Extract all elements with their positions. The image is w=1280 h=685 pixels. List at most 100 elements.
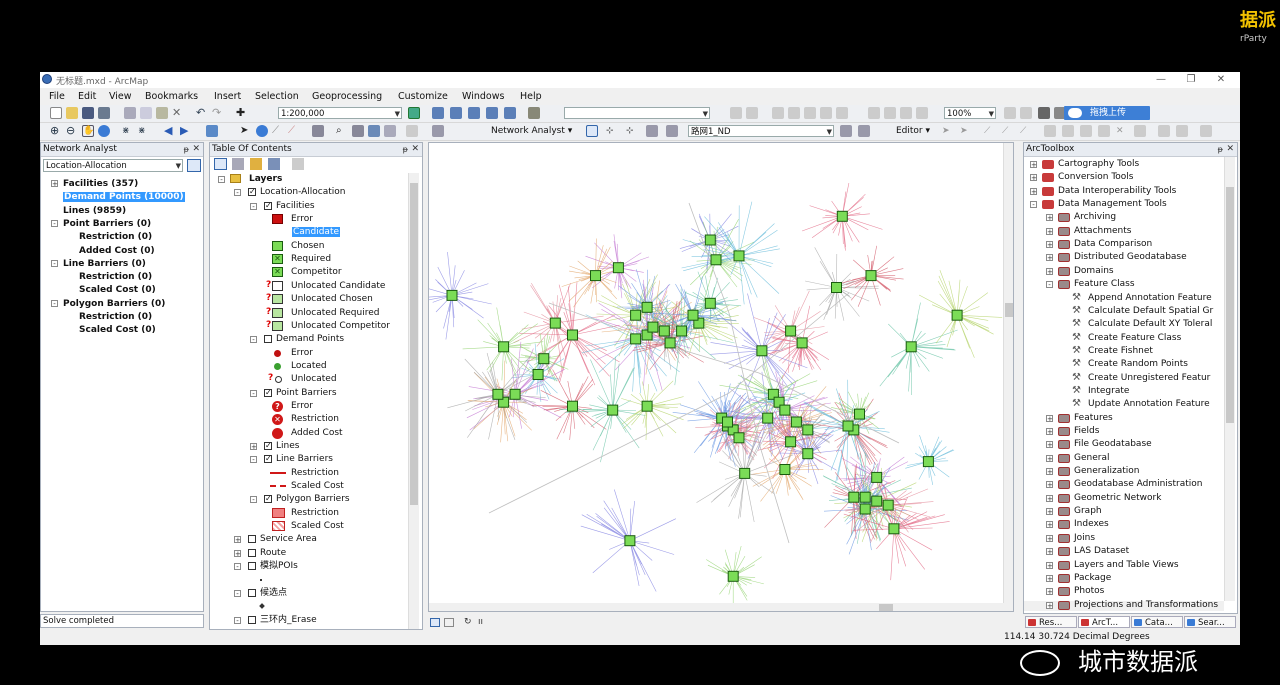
facility-marker[interactable]	[722, 416, 733, 428]
find-route-icon[interactable]	[352, 125, 364, 137]
cut-icon[interactable]	[124, 107, 136, 119]
refresh-icon[interactable]: ↻	[464, 617, 472, 627]
tab-catalog[interactable]: Cata...	[1131, 616, 1183, 628]
pin-icon[interactable]: ᵽ	[403, 143, 408, 156]
print-icon[interactable]	[98, 107, 110, 119]
expand-toggle[interactable]: +	[1046, 561, 1053, 569]
layout-tool7-icon[interactable]	[884, 107, 896, 119]
na-class-item[interactable]: Point Barriers (0)	[63, 218, 151, 230]
layout-tool3-icon[interactable]	[804, 107, 816, 119]
identify-icon[interactable]	[256, 125, 268, 137]
facility-marker[interactable]	[704, 297, 716, 309]
layer-visibility-checkbox[interactable]: ✓	[264, 442, 272, 450]
facility-marker[interactable]	[509, 388, 521, 400]
map-horizontal-scrollbar[interactable]	[429, 603, 1013, 611]
arctoolbox-item[interactable]: Generalization	[1074, 465, 1139, 477]
expand-toggle[interactable]: +	[1046, 227, 1053, 235]
layer-select-combo[interactable]: ▼	[564, 107, 710, 119]
facility-marker[interactable]	[498, 341, 510, 353]
toc-layer-item[interactable]: Chosen	[291, 240, 324, 252]
arctoolbox-item[interactable]: Data Interoperability Tools	[1058, 185, 1176, 197]
layer-visibility-checkbox[interactable]	[264, 335, 272, 344]
arctoolbox-item[interactable]: Distributed Geodatabase	[1074, 251, 1187, 263]
toc-layer-item[interactable]: Competitor	[291, 266, 342, 278]
create-network-location-icon[interactable]: ⊹	[606, 125, 618, 137]
map-vertical-scrollbar[interactable]	[1003, 143, 1013, 603]
python-window-icon[interactable]	[504, 107, 516, 119]
toc-layer-item[interactable]: Located	[291, 360, 327, 372]
toc-layer-item[interactable]: Restriction	[291, 467, 339, 479]
arctoolbox-item[interactable]: Create Fishnet	[1088, 345, 1153, 357]
toc-layer-item[interactable]: Restriction	[291, 507, 339, 519]
maximize-button[interactable]: ❐	[1176, 72, 1206, 88]
facility-marker[interactable]	[641, 301, 653, 313]
arctoolbox-item[interactable]: General	[1074, 452, 1109, 464]
toc-layer-item[interactable]: Layers	[249, 173, 282, 185]
expand-toggle[interactable]: -	[250, 389, 257, 397]
expand-toggle[interactable]: -	[234, 189, 241, 197]
toc-scrollbar[interactable]	[408, 173, 419, 629]
toc-layer-item[interactable]: Error	[291, 213, 313, 225]
rotate-icon[interactable]	[1134, 125, 1146, 137]
expand-toggle[interactable]: +	[1030, 161, 1037, 169]
layout-zoom-combo[interactable]: 100% ▼	[944, 107, 996, 119]
edit-tool-icon[interactable]: ➤	[942, 125, 954, 137]
fixed-zoom-out-icon[interactable]: ⋇	[138, 125, 150, 137]
layer-visibility-checkbox[interactable]: ✓	[264, 201, 272, 210]
solve-icon[interactable]	[646, 125, 658, 137]
toc-layer-item[interactable]: Restriction	[291, 413, 339, 425]
na-class-item[interactable]: Restriction (0)	[79, 311, 152, 323]
arctoolbox-item[interactable]: Conversion Tools	[1058, 171, 1134, 183]
arctoolbox-item[interactable]: Geometric Network	[1074, 492, 1161, 504]
menu-help[interactable]: Help	[520, 91, 542, 102]
html-popup-icon[interactable]: ⟋	[288, 125, 300, 137]
end-point-arc-icon[interactable]: ⟋	[1002, 125, 1014, 137]
layer-visibility-checkbox[interactable]: ✓	[264, 388, 272, 397]
facility-marker[interactable]	[854, 408, 865, 420]
expand-toggle[interactable]: -	[250, 496, 257, 504]
expand-toggle[interactable]: +	[1046, 481, 1053, 489]
menu-view[interactable]: View	[109, 91, 132, 102]
arctoolbox-item[interactable]: Photos	[1074, 585, 1104, 597]
expand-toggle[interactable]: +	[1046, 267, 1053, 275]
facility-marker[interactable]	[612, 262, 624, 274]
facility-marker[interactable]	[865, 270, 877, 282]
toc-layer-item[interactable]: Error	[291, 400, 313, 412]
cut-polygons-icon[interactable]	[1080, 125, 1092, 137]
layout-tool4-icon[interactable]	[820, 107, 832, 119]
list-by-drawing-order-icon[interactable]	[214, 158, 227, 170]
search-window-icon[interactable]	[468, 107, 480, 119]
facility-marker[interactable]	[888, 523, 900, 535]
expand-toggle[interactable]: -	[234, 589, 241, 597]
expand-toggle[interactable]: -	[250, 336, 257, 344]
arctoolbox-item[interactable]: Create Random Points	[1088, 358, 1188, 370]
arctoolbox-item[interactable]: Fields	[1074, 425, 1099, 437]
toc-layer-item[interactable]: Added Cost	[291, 427, 343, 439]
menu-windows[interactable]: Windows	[462, 91, 504, 102]
facility-marker[interactable]	[446, 289, 458, 301]
expand-toggle[interactable]: +	[1046, 254, 1053, 262]
facility-marker[interactable]	[848, 491, 860, 503]
na-class-item[interactable]: Restriction (0)	[79, 271, 152, 283]
arctoolbox-item[interactable]: Create Unregistered Featur	[1088, 372, 1210, 384]
facility-marker[interactable]	[704, 234, 716, 246]
facility-marker[interactable]	[658, 325, 670, 337]
facility-marker[interactable]	[492, 388, 504, 400]
expand-toggle[interactable]: +	[234, 549, 241, 557]
expand-toggle[interactable]: -	[51, 259, 58, 267]
toc-layer-item[interactable]: Service Area	[260, 533, 317, 545]
expand-toggle[interactable]: +	[1046, 574, 1053, 582]
split-icon[interactable]	[1098, 125, 1110, 137]
facility-marker[interactable]	[624, 535, 636, 547]
facility-marker[interactable]	[664, 337, 676, 349]
map-canvas[interactable]	[429, 143, 1003, 603]
menu-bookmarks[interactable]: Bookmarks	[145, 91, 198, 102]
trace-icon[interactable]: ⟋	[1020, 125, 1032, 137]
facility-marker[interactable]	[630, 309, 642, 321]
expand-toggle[interactable]: +	[234, 536, 241, 544]
arctoolbox-item[interactable]: Data Management Tools	[1058, 198, 1167, 210]
new-document-icon[interactable]	[50, 107, 62, 119]
open-folder-icon[interactable]	[66, 107, 78, 119]
expand-toggle[interactable]: +	[1046, 601, 1053, 609]
expand-toggle[interactable]: +	[1046, 214, 1053, 222]
